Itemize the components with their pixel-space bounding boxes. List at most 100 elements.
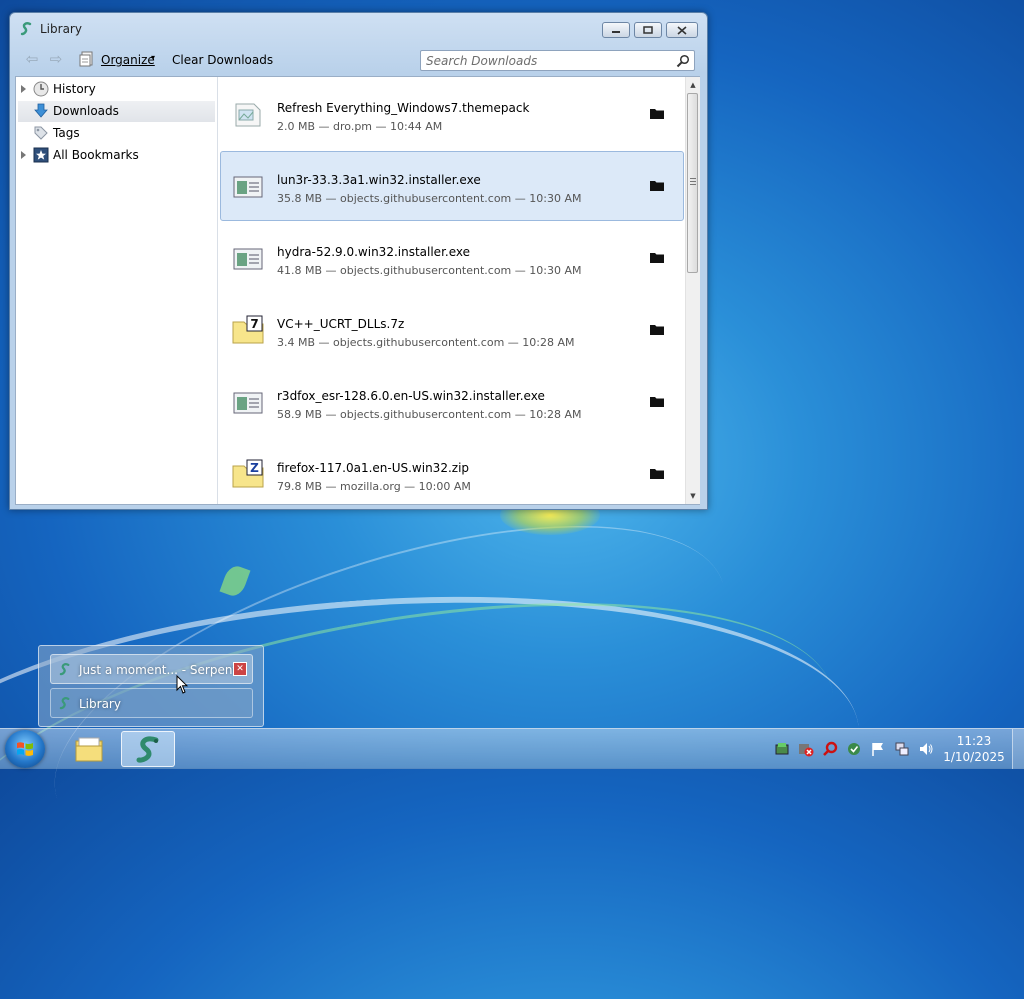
system-tray bbox=[766, 729, 950, 769]
maximize-button[interactable] bbox=[634, 22, 662, 38]
taskbar: 11:23 1/10/2025 bbox=[0, 728, 1024, 769]
sidebar-item-history[interactable]: History bbox=[18, 79, 215, 100]
download-filename: hydra-52.9.0.win32.installer.exe bbox=[277, 245, 470, 259]
search-placeholder: Search Downloads bbox=[426, 54, 538, 68]
serpent-app-icon bbox=[136, 736, 159, 763]
expand-twisty-icon[interactable] bbox=[21, 85, 26, 93]
scroll-down-arrow-icon[interactable]: ▼ bbox=[688, 491, 698, 501]
download-details: 41.8 MB — objects.githubusercontent.com … bbox=[277, 264, 582, 277]
action-center-flag-icon[interactable] bbox=[870, 741, 886, 757]
download-row[interactable]: hydra-52.9.0.win32.installer.exe 41.8 MB… bbox=[220, 223, 684, 293]
open-folder-icon[interactable] bbox=[649, 107, 665, 120]
themepack-file-icon bbox=[235, 103, 261, 127]
download-row[interactable]: lun3r-33.3.3a1.win32.installer.exe 35.8 … bbox=[220, 151, 684, 221]
sidebar-item-all-bookmarks[interactable]: All Bookmarks bbox=[18, 145, 215, 166]
svg-text:7: 7 bbox=[250, 317, 258, 331]
clock-date: 1/10/2025 bbox=[943, 750, 1005, 764]
wallpaper-streak bbox=[0, 544, 860, 999]
expand-twisty-icon[interactable] bbox=[21, 151, 26, 159]
chevron-down-icon[interactable]: ▾ bbox=[151, 53, 155, 62]
download-filename: VC++_UCRT_DLLs.7z bbox=[277, 317, 405, 331]
minimize-button[interactable] bbox=[602, 22, 630, 38]
svg-text:Z: Z bbox=[250, 461, 259, 475]
clock-icon bbox=[33, 81, 49, 97]
serpent-app-icon bbox=[20, 22, 32, 36]
scroll-up-arrow-icon[interactable]: ▲ bbox=[688, 80, 698, 90]
scrollbar-thumb[interactable] bbox=[687, 93, 698, 273]
download-row[interactable]: Z firefox-117.0a1.en-US.win32.zip 79.8 M… bbox=[220, 439, 684, 504]
download-details: 2.0 MB — dro.pm — 10:44 AM bbox=[277, 120, 443, 133]
wallpaper-leaf bbox=[219, 563, 251, 599]
taskbar-window-list-popup: Just a moment... - Serpent ✕ Library bbox=[38, 645, 264, 727]
7z-archive-icon: 7 bbox=[232, 315, 264, 344]
exe-file-icon bbox=[233, 248, 263, 270]
library-sidebar: History Downloads Tags All Bookmarks bbox=[16, 77, 218, 504]
start-button[interactable] bbox=[5, 730, 45, 768]
windows-logo-icon bbox=[17, 742, 33, 756]
sidebar-item-label: All Bookmarks bbox=[53, 148, 139, 162]
title-bar[interactable]: Library bbox=[10, 13, 707, 43]
update-icon[interactable] bbox=[846, 741, 862, 757]
open-folder-icon[interactable] bbox=[649, 251, 665, 264]
popup-item-library-window[interactable]: Library bbox=[50, 688, 253, 718]
sidebar-item-label: History bbox=[53, 82, 96, 96]
open-folder-icon[interactable] bbox=[649, 179, 665, 192]
sidebar-item-downloads[interactable]: Downloads bbox=[18, 101, 215, 122]
forward-arrow-icon[interactable]: ⇨ bbox=[48, 51, 64, 67]
clock-time: 11:23 bbox=[956, 734, 992, 748]
download-filename: lun3r-33.3.3a1.win32.installer.exe bbox=[277, 173, 481, 187]
folder-explorer-icon bbox=[75, 737, 103, 762]
clear-downloads-button[interactable]: Clear Downloads bbox=[172, 53, 273, 67]
close-button[interactable] bbox=[666, 22, 698, 38]
system-clock[interactable]: 11:23 1/10/2025 bbox=[940, 733, 1008, 765]
show-desktop-button[interactable] bbox=[1012, 729, 1024, 769]
popup-item-serpent-window[interactable]: Just a moment... - Serpent ✕ bbox=[50, 654, 253, 684]
close-icon bbox=[677, 25, 687, 35]
download-filename: firefox-117.0a1.en-US.win32.zip bbox=[277, 461, 470, 475]
open-folder-icon[interactable] bbox=[649, 395, 665, 408]
taskbar-explorer-button[interactable] bbox=[62, 731, 116, 767]
sidebar-item-label: Downloads bbox=[53, 104, 119, 118]
download-details: 3.4 MB — objects.githubusercontent.com —… bbox=[277, 336, 575, 349]
popup-item-label: Just a moment... - Serpent bbox=[79, 663, 238, 677]
close-icon[interactable]: ✕ bbox=[233, 662, 247, 676]
network-manager-icon[interactable] bbox=[774, 741, 790, 757]
library-content: History Downloads Tags All Bookmarks Ref… bbox=[15, 76, 700, 505]
window-title: Library bbox=[40, 22, 82, 36]
organize-menu-button[interactable]: Organize bbox=[101, 53, 155, 67]
search-red-icon[interactable] bbox=[822, 741, 838, 757]
sidebar-item-label: Tags bbox=[53, 126, 80, 140]
open-folder-icon[interactable] bbox=[649, 323, 665, 336]
download-details: 79.8 MB — mozilla.org — 10:00 AM bbox=[277, 480, 471, 493]
download-details: 35.8 MB — objects.githubusercontent.com … bbox=[277, 192, 582, 205]
network-icon[interactable] bbox=[894, 741, 910, 757]
restore-icon bbox=[643, 26, 653, 34]
download-details: 58.9 MB — objects.githubusercontent.com … bbox=[277, 408, 582, 421]
open-folder-icon[interactable] bbox=[649, 467, 665, 480]
download-row[interactable]: 7 VC++_UCRT_DLLs.7z 3.4 MB — objects.git… bbox=[220, 295, 684, 365]
download-row[interactable]: r3dfox_esr-128.6.0.en-US.win32.installer… bbox=[220, 367, 684, 437]
organize-icon[interactable] bbox=[79, 51, 95, 67]
security-alert-icon[interactable] bbox=[798, 741, 814, 757]
grip-icon bbox=[690, 178, 696, 185]
zip-archive-icon: Z bbox=[232, 459, 264, 488]
download-row[interactable]: Refresh Everything_Windows7.themepack 2.… bbox=[220, 79, 684, 149]
library-window: Library ⇦ ⇨ Organize ▾ Clear Downloads S… bbox=[9, 12, 708, 510]
serpent-app-icon bbox=[59, 697, 70, 710]
serpent-app-icon bbox=[59, 663, 70, 676]
bookmark-star-icon bbox=[33, 147, 49, 163]
search-icon[interactable] bbox=[676, 54, 690, 68]
tag-icon bbox=[34, 126, 48, 140]
download-arrow-icon bbox=[34, 103, 48, 118]
popup-item-label: Library bbox=[79, 697, 121, 711]
downloads-list: Refresh Everything_Windows7.themepack 2.… bbox=[218, 77, 684, 504]
taskbar-serpent-button[interactable] bbox=[121, 731, 175, 767]
minimize-icon bbox=[612, 31, 620, 33]
sidebar-item-tags[interactable]: Tags bbox=[18, 123, 215, 144]
downloads-scrollbar[interactable]: ▲ ▼ bbox=[685, 77, 700, 504]
search-input[interactable]: Search Downloads bbox=[420, 50, 695, 71]
exe-file-icon bbox=[233, 176, 263, 198]
volume-icon[interactable] bbox=[918, 741, 934, 757]
download-filename: Refresh Everything_Windows7.themepack bbox=[277, 101, 530, 115]
back-arrow-icon[interactable]: ⇦ bbox=[24, 51, 40, 67]
